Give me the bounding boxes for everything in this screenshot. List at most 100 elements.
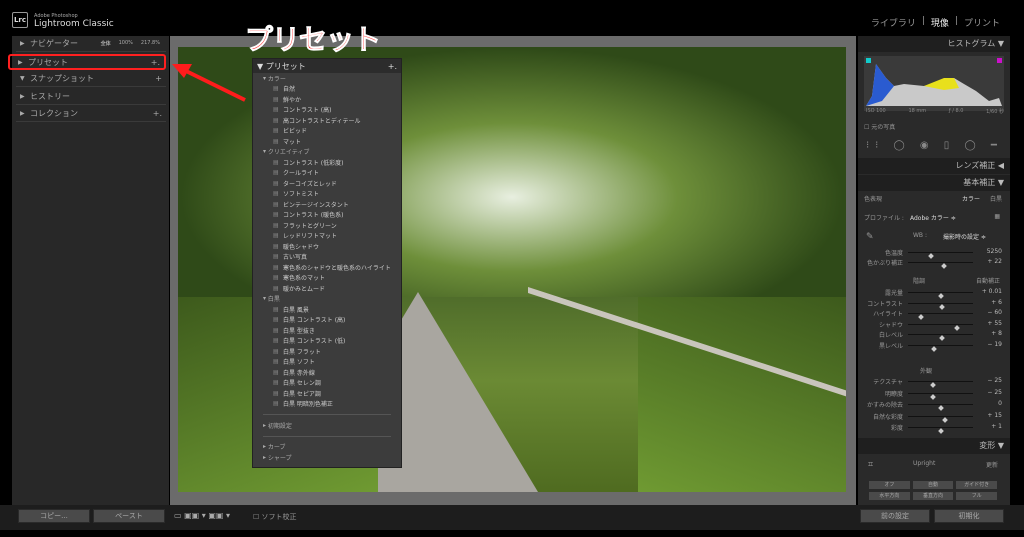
preset-item[interactable]: ▤ マット xyxy=(253,136,401,147)
preset-item[interactable]: ▤ 白黒 型抜き xyxy=(253,325,401,336)
module-print[interactable]: プリント xyxy=(964,16,1000,29)
copy-button[interactable]: コピー... xyxy=(18,509,90,523)
preset-item[interactable]: ▤ 暖かみとムード xyxy=(253,283,401,294)
slider-track[interactable] xyxy=(908,313,973,320)
snapshots-header[interactable]: ▼ スナップショット + xyxy=(16,71,166,87)
slider-track[interactable] xyxy=(908,344,973,352)
preset-group[interactable]: ▾ カラー xyxy=(253,73,401,84)
upright-button[interactable]: オフ xyxy=(868,480,911,490)
slider-track[interactable] xyxy=(908,292,973,299)
zoom-custom[interactable]: 217.8% xyxy=(141,40,160,47)
preset-item[interactable]: ▤ 白黒 コントラスト (高) xyxy=(253,315,401,326)
preset-item[interactable]: ▤ 白黒 セレン調 xyxy=(253,378,401,389)
preset-item[interactable]: ▤ 白黒 コントラスト (低) xyxy=(253,336,401,347)
slider-knob[interactable] xyxy=(942,416,948,423)
slider-track[interactable] xyxy=(908,415,973,423)
zoom-fit[interactable]: 全体 xyxy=(101,40,111,47)
crop-icon[interactable]: ⌗ xyxy=(868,460,873,470)
histogram-header[interactable]: ヒストグラム ▼ xyxy=(858,36,1010,52)
shadow-clip-icon[interactable] xyxy=(866,58,871,63)
slider-track[interactable] xyxy=(908,323,973,331)
slider-track[interactable] xyxy=(908,404,973,411)
preset-item[interactable]: ▤ クールライト xyxy=(253,168,401,179)
preset-item[interactable]: ▤ コントラスト (高) xyxy=(253,105,401,116)
preset-item[interactable]: ▤ フラットとグリーン xyxy=(253,220,401,231)
add-preset-button[interactable]: +. xyxy=(151,58,160,67)
preset-item[interactable]: ▤ ビンテージインスタント xyxy=(253,199,401,210)
presets-popup-header[interactable]: ▼ プリセット +. xyxy=(253,59,401,73)
transform-header[interactable]: 変形 ▼ xyxy=(858,438,1010,454)
preset-item[interactable]: ▤ 寒色系のマット xyxy=(253,273,401,284)
slider-knob[interactable] xyxy=(937,405,944,411)
eyedropper-icon[interactable]: ✎ xyxy=(866,232,874,242)
highlight-clip-icon[interactable] xyxy=(997,58,1002,63)
navigator-header[interactable]: ▶ ナビゲーター 全体 100% 217.8% xyxy=(16,36,166,52)
preset-item[interactable]: ▤ 鮮やか xyxy=(253,94,401,105)
preset-group[interactable]: ▸ シャープ xyxy=(253,452,401,463)
tone-auto-button[interactable]: 自動補正 xyxy=(976,276,1000,285)
upright-button[interactable]: 自動 xyxy=(911,480,955,490)
zoom-100[interactable]: 100% xyxy=(119,40,133,47)
soft-proof-checkbox[interactable]: ☐ ソフト校正 xyxy=(253,512,297,522)
slider-knob[interactable] xyxy=(940,263,947,269)
slider-knob[interactable] xyxy=(931,345,937,352)
add-snapshot-button[interactable]: + xyxy=(155,74,162,83)
preset-item[interactable]: ▤ コントラスト (低彩度) xyxy=(253,157,401,168)
preset-item[interactable]: ▤ 白黒 赤外線 xyxy=(253,367,401,378)
wb-select[interactable]: 撮影時の設定 ≑ xyxy=(943,232,986,241)
preset-item[interactable]: ▤ 白黒 フラット xyxy=(253,346,401,357)
preset-item[interactable]: ▤ 白黒 セピア調 xyxy=(253,388,401,399)
preset-item[interactable]: ▤ レッドリフトマット xyxy=(253,231,401,242)
preset-item[interactable]: ▤ ターコイズとレッド xyxy=(253,178,401,189)
paste-button[interactable]: ペースト xyxy=(93,509,165,523)
upright-button[interactable]: フル xyxy=(955,491,998,501)
preset-item[interactable]: ▤ 高コントラストとディテール xyxy=(253,115,401,126)
slider-track[interactable] xyxy=(908,381,973,388)
preset-group[interactable]: ▾ クリエイティブ xyxy=(253,147,401,158)
slider-knob[interactable] xyxy=(937,428,944,434)
slider-knob[interactable] xyxy=(929,382,936,388)
preset-item[interactable]: ▤ ビビッド xyxy=(253,126,401,137)
basic-header[interactable]: 基本補正 ▼ xyxy=(858,175,1010,191)
preset-item[interactable]: ▤ コントラスト (暖色系) xyxy=(253,210,401,221)
view-mode-buttons[interactable]: ▭ ▣▣ ▾ ▣▣ ▾ xyxy=(174,511,230,520)
profile-select[interactable]: Adobe カラー ≑ xyxy=(910,213,956,222)
original-photo-checkbox[interactable]: ☐ 元の写真 xyxy=(864,122,895,131)
tool-strip[interactable]: ⁝⁝ ◯ ◉ ▯ ◯ ━ xyxy=(866,140,1003,151)
reset-button[interactable]: 初期化 xyxy=(934,509,1004,523)
treatment-color[interactable]: カラー xyxy=(962,194,980,203)
add-collection-button[interactable]: +. xyxy=(153,109,162,118)
slider-track[interactable] xyxy=(908,262,973,269)
treatment-bw[interactable]: 白黒 xyxy=(990,194,1002,203)
slider-track[interactable] xyxy=(908,302,973,310)
preset-item[interactable]: ▤ 白黒 風景 xyxy=(253,304,401,315)
slider-track[interactable] xyxy=(908,392,973,400)
preset-item[interactable]: ▤ 白黒 ソフト xyxy=(253,357,401,368)
preset-item[interactable]: ▤ 寒色系のシャドウと暖色系のハイライト xyxy=(253,262,401,273)
upright-button[interactable]: 垂直方向 xyxy=(911,491,955,501)
preset-item[interactable]: ▤ 自然 xyxy=(253,84,401,95)
slider-track[interactable] xyxy=(908,252,973,259)
lens-corrections-header[interactable]: レンズ補正 ◀ xyxy=(858,158,1010,174)
slider-knob[interactable] xyxy=(929,393,936,400)
preset-item[interactable]: ▤ 暖色シャドウ xyxy=(253,241,401,252)
history-header[interactable]: ▶ ヒストリー xyxy=(16,89,166,105)
update-button[interactable]: 更新 xyxy=(986,460,998,469)
module-library[interactable]: ライブラリ xyxy=(871,16,916,29)
preset-group[interactable]: ▸ カーブ xyxy=(253,442,401,453)
upright-button[interactable]: ガイド付き xyxy=(955,480,998,490)
profile-browser-icon[interactable]: ▦ xyxy=(994,213,1000,220)
upright-button[interactable]: 水平方向 xyxy=(868,491,911,501)
slider-track[interactable] xyxy=(908,427,973,434)
preset-item[interactable]: ▤ 古い写真 xyxy=(253,252,401,263)
slider-track[interactable] xyxy=(908,334,973,341)
add-preset-button[interactable]: +. xyxy=(388,62,397,71)
preset-item[interactable]: ▤ 白黒 明暗別色補正 xyxy=(253,399,401,410)
presets-header[interactable]: ▶ プリセット +. xyxy=(8,54,166,70)
preset-item[interactable]: ▤ ソフトミスト xyxy=(253,189,401,200)
preset-group[interactable]: ▾ 白黒 xyxy=(253,294,401,305)
module-develop[interactable]: 現像 xyxy=(931,16,949,29)
collections-header[interactable]: ▶ コレクション +. xyxy=(16,106,166,122)
preset-group[interactable]: ▸ 初期設定 xyxy=(253,420,401,431)
previous-button[interactable]: 前の設定 xyxy=(860,509,930,523)
